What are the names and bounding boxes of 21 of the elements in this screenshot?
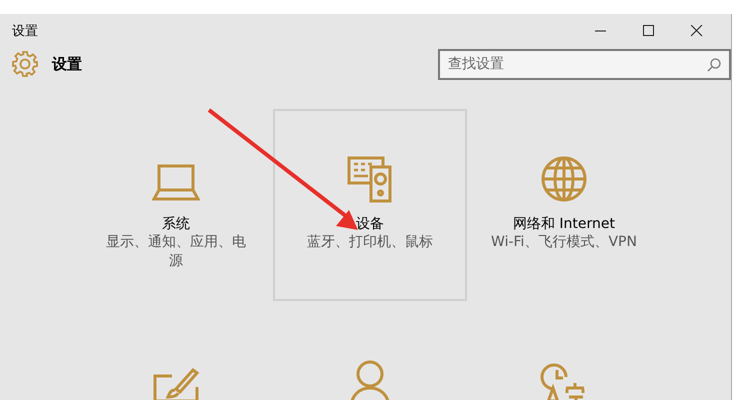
globe-icon — [540, 155, 588, 203]
keyboard-speaker-icon — [346, 155, 394, 203]
close-icon[interactable] — [691, 25, 703, 37]
maximize-icon[interactable] — [643, 25, 655, 37]
settings-icon — [12, 51, 38, 77]
tile-title: 系统 — [162, 215, 190, 233]
tile-title: 设备 — [356, 215, 384, 233]
search-field[interactable]: 查找设置 — [438, 48, 731, 80]
page-title: 设置 — [52, 54, 83, 74]
laptop-icon — [152, 163, 200, 203]
settings-tile[interactable]: 设备 蓝牙、打印机、鼠标 — [273, 109, 467, 301]
settings-tile[interactable]: 网络和 Internet Wi-Fi、飞行模式、VPN — [467, 109, 661, 301]
search-icon — [707, 58, 721, 72]
tile-description: Wi-Fi、飞行模式、VPN — [490, 233, 638, 252]
person-icon — [348, 359, 392, 400]
tile-title: 网络和 Internet — [512, 215, 616, 233]
window-title: 设置 — [12, 23, 39, 40]
monitor-brush-icon — [152, 367, 200, 400]
tile-description: 蓝牙、打印机、鼠标 — [306, 233, 434, 252]
settings-tile[interactable]: 系统 显示、通知、应用、电源 — [79, 109, 273, 301]
tile-description: 显示、通知、应用、电源 — [105, 233, 247, 271]
